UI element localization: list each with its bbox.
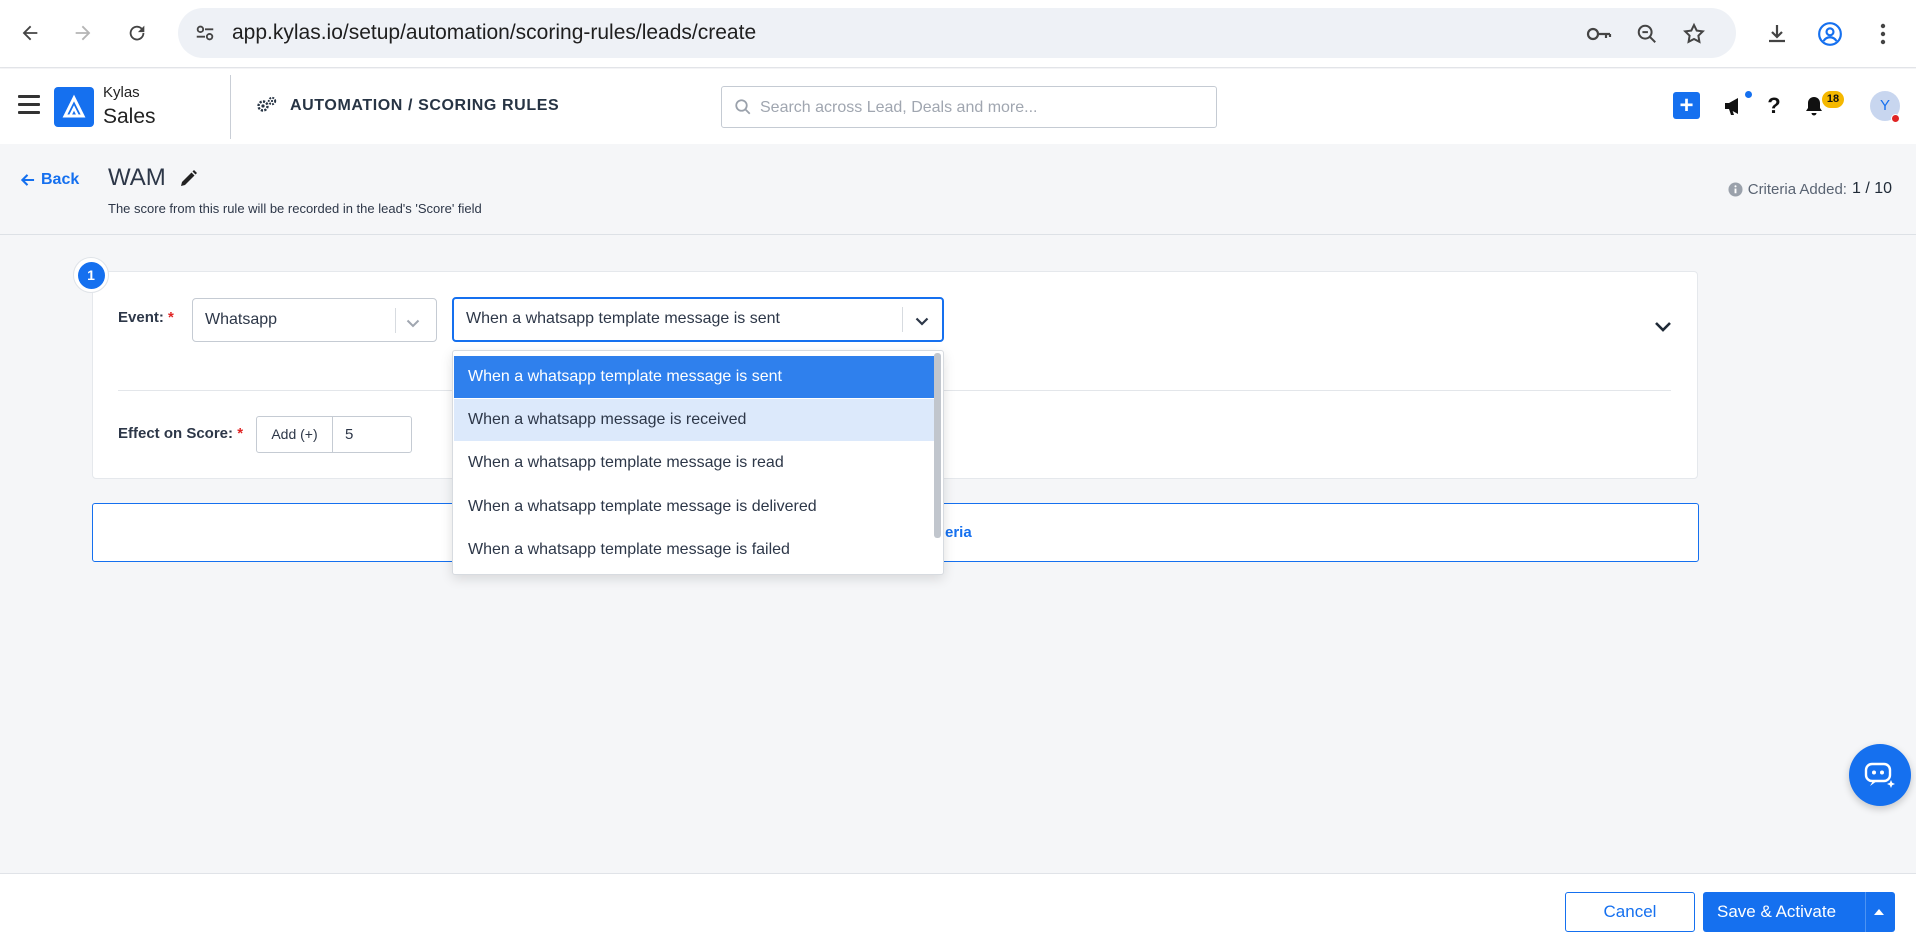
event-action-dropdown[interactable]: When a whatsapp template message is sent… bbox=[452, 350, 944, 575]
effect-label: Effect on Score: * bbox=[118, 425, 244, 442]
event-action-select[interactable]: When a whatsapp template message is sent bbox=[452, 297, 944, 342]
logo-product: Sales bbox=[103, 105, 156, 128]
rule-name: WAM bbox=[108, 164, 166, 191]
gears-icon bbox=[256, 96, 278, 119]
add-criteria-label: eria bbox=[945, 524, 972, 541]
site-settings-icon[interactable] bbox=[194, 22, 216, 49]
url-text: app.kylas.io/setup/automation/scoring-ru… bbox=[232, 21, 757, 44]
event-action-value: When a whatsapp template message is sent bbox=[466, 310, 780, 327]
profile-icon[interactable] bbox=[1813, 17, 1847, 51]
back-button[interactable]: Back bbox=[20, 171, 79, 189]
header-divider bbox=[230, 75, 231, 139]
chevron-down-icon bbox=[406, 315, 420, 333]
download-icon[interactable] bbox=[1760, 17, 1794, 51]
password-key-icon[interactable] bbox=[1586, 21, 1612, 47]
form-footer: Cancel Save & Activate bbox=[0, 873, 1916, 946]
score-operator[interactable]: Add (+) bbox=[256, 416, 333, 453]
search-icon bbox=[734, 98, 752, 121]
app-header: Kylas Sales AUTOMATION / SCORING RULES +… bbox=[0, 69, 1916, 144]
bookmark-star-icon[interactable] bbox=[1681, 21, 1707, 47]
criteria-label: Criteria Added: bbox=[1747, 180, 1847, 198]
rule-subtitle: The score from this rule will be recorde… bbox=[108, 201, 482, 216]
event-type-select[interactable]: Whatsapp bbox=[192, 298, 437, 342]
browser-forward-icon[interactable] bbox=[66, 16, 100, 50]
event-label: Event: * bbox=[118, 309, 174, 326]
dropdown-option[interactable]: When a whatsapp template message is sent bbox=[454, 356, 934, 398]
arrow-left-icon bbox=[20, 174, 35, 186]
address-bar[interactable]: app.kylas.io/setup/automation/scoring-ru… bbox=[178, 8, 1736, 58]
dropdown-option[interactable]: When a whatsapp message is received bbox=[454, 399, 934, 441]
quick-add-button[interactable]: + bbox=[1673, 92, 1700, 119]
zoom-icon[interactable] bbox=[1634, 21, 1660, 47]
criteria-value: 1 / 10 bbox=[1851, 180, 1892, 197]
save-activate-label: Save & Activate bbox=[1717, 902, 1837, 921]
step-number: 1 bbox=[77, 261, 105, 289]
search-input[interactable] bbox=[760, 95, 1200, 121]
criteria-counter: Criteria Added: 1 / 10 bbox=[1728, 180, 1892, 198]
page-heading: Back WAM The score from this rule will b… bbox=[0, 144, 1916, 235]
criteria-step-indicator: 1 bbox=[73, 257, 109, 293]
dropdown-option[interactable]: When a whatsapp template message is fail… bbox=[454, 529, 934, 571]
browser-menu-icon[interactable] bbox=[1866, 17, 1900, 51]
browser-toolbar: app.kylas.io/setup/automation/scoring-ru… bbox=[0, 0, 1916, 68]
cancel-button[interactable]: Cancel bbox=[1565, 892, 1695, 932]
announcement-megaphone-icon[interactable] bbox=[1720, 92, 1748, 120]
kylas-logo-icon[interactable] bbox=[54, 87, 94, 127]
notification-count-badge: 18 bbox=[1822, 91, 1844, 108]
chevron-down-icon bbox=[915, 313, 929, 331]
chat-assistant-button[interactable] bbox=[1849, 744, 1911, 806]
collapse-chevron-icon[interactable] bbox=[1654, 320, 1672, 338]
announcement-dot bbox=[1745, 91, 1752, 98]
event-type-value: Whatsapp bbox=[205, 311, 278, 328]
avatar-status-dot bbox=[1891, 114, 1900, 123]
hamburger-menu-icon[interactable] bbox=[18, 95, 40, 119]
dropdown-scrollbar[interactable] bbox=[934, 353, 941, 538]
info-icon bbox=[1728, 181, 1743, 197]
score-value-input[interactable] bbox=[332, 416, 412, 453]
dropdown-option[interactable]: When a whatsapp template message is read bbox=[454, 442, 934, 484]
dropdown-option[interactable]: When a whatsapp template message is deli… bbox=[454, 486, 934, 528]
logo-brand: Kylas bbox=[103, 84, 140, 101]
global-search[interactable] bbox=[721, 86, 1217, 128]
caret-up-icon[interactable] bbox=[1874, 909, 1884, 915]
help-icon[interactable]: ? bbox=[1760, 92, 1788, 120]
browser-back-icon[interactable] bbox=[13, 16, 47, 50]
browser-reload-icon[interactable] bbox=[120, 16, 154, 50]
module-breadcrumb: AUTOMATION / SCORING RULES bbox=[290, 97, 560, 114]
save-activate-button[interactable]: Save & Activate bbox=[1703, 892, 1895, 932]
chatbot-icon bbox=[1864, 762, 1895, 788]
pencil-edit-icon[interactable] bbox=[178, 169, 198, 194]
back-label: Back bbox=[41, 171, 80, 188]
